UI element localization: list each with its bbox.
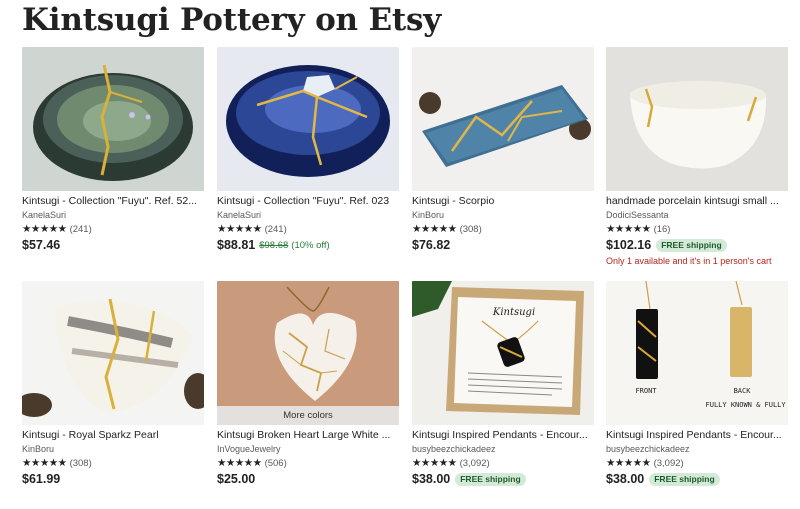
more-colors-overlay[interactable]: More colors bbox=[217, 406, 399, 425]
star-rating-icon: ★★★★★ bbox=[412, 223, 457, 235]
rating: ★★★★★ (308) bbox=[412, 223, 594, 236]
listing-image[interactable] bbox=[22, 281, 204, 425]
scarcity-notice: Only 1 available and it's in 1 person's … bbox=[606, 256, 772, 266]
listing-card[interactable]: Kintsugi - Collection "Fuyu". Ref. 52...… bbox=[22, 47, 204, 253]
listing-card[interactable]: Kintsugi - Royal Sparkz Pearl KinBoru ★★… bbox=[22, 281, 204, 487]
listing-title[interactable]: Kintsugi Inspired Pendants - Encour... bbox=[606, 429, 788, 442]
free-shipping-badge: FREE shipping bbox=[649, 473, 720, 486]
listing-image[interactable]: More colors bbox=[217, 281, 399, 425]
star-rating-icon: ★★★★★ bbox=[22, 223, 67, 235]
price: $61.99 bbox=[22, 472, 61, 486]
price-row: $57.46 bbox=[22, 238, 204, 253]
star-rating-icon: ★★★★★ bbox=[22, 457, 67, 469]
star-rating-icon: ★★★★★ bbox=[412, 457, 457, 469]
shop-name[interactable]: KinBoru bbox=[412, 209, 594, 222]
star-rating-icon: ★★★★★ bbox=[217, 223, 262, 235]
shop-name[interactable]: KinBoru bbox=[22, 443, 204, 456]
star-rating-icon: ★★★★★ bbox=[606, 457, 651, 469]
price: $76.82 bbox=[412, 238, 451, 252]
listing-image[interactable] bbox=[217, 47, 399, 191]
review-count: (506) bbox=[264, 458, 287, 469]
listing-image[interactable] bbox=[412, 47, 594, 191]
shop-name[interactable]: DodiciSessanta bbox=[606, 209, 788, 222]
price: $38.00 bbox=[606, 472, 645, 486]
review-count: (3,092) bbox=[653, 458, 684, 469]
price: $38.00 bbox=[412, 472, 451, 486]
star-rating-icon: ★★★★★ bbox=[606, 223, 651, 235]
rating: ★★★★★ (308) bbox=[22, 457, 204, 470]
listing-title[interactable]: handmade porcelain kintsugi small ... bbox=[606, 195, 788, 208]
discount: (10% off) bbox=[291, 240, 330, 251]
star-rating-icon: ★★★★★ bbox=[217, 457, 262, 469]
price-row: $61.99 bbox=[22, 472, 204, 487]
price-row: $88.81 $98.68 (10% off) bbox=[217, 238, 399, 253]
price-row: $25.00 bbox=[217, 472, 399, 487]
listing-title[interactable]: Kintsugi Broken Heart Large White ... bbox=[217, 429, 399, 442]
pendant-back-label: BACK bbox=[734, 387, 752, 395]
listing-title[interactable]: Kintsugi - Royal Sparkz Pearl bbox=[22, 429, 204, 442]
review-count: (308) bbox=[459, 224, 482, 235]
price-row: $38.00 FREE shipping bbox=[606, 472, 788, 487]
listing-image[interactable] bbox=[22, 47, 204, 191]
price: $88.81 bbox=[217, 238, 256, 252]
pendant-card-title: Kintsugi bbox=[492, 307, 535, 318]
shop-name[interactable]: busybeezchickadeez bbox=[412, 443, 594, 456]
rating: ★★★★★ (506) bbox=[217, 457, 399, 470]
review-count: (16) bbox=[653, 224, 671, 235]
listing-image[interactable] bbox=[606, 47, 788, 191]
shop-name[interactable]: KanelaSuri bbox=[217, 209, 399, 222]
rating: ★★★★★ (241) bbox=[217, 223, 399, 236]
rating: ★★★★★ (16) bbox=[606, 223, 788, 236]
shop-name[interactable]: busybeezchickadeez bbox=[606, 443, 788, 456]
listing-card[interactable]: FRONT BACK FULLY KNOWN & FULLY LOV Kints… bbox=[606, 281, 788, 487]
rating: ★★★★★ (3,092) bbox=[606, 457, 788, 470]
review-count: (241) bbox=[69, 224, 92, 235]
listing-title[interactable]: Kintsugi - Scorpio bbox=[412, 195, 594, 208]
listing-card[interactable]: More colors Kintsugi Broken Heart Large … bbox=[217, 281, 399, 487]
free-shipping-badge: FREE shipping bbox=[455, 473, 526, 486]
free-shipping-badge: FREE shipping bbox=[656, 239, 727, 252]
page-title: Kintsugi Pottery on Etsy bbox=[22, 2, 442, 38]
review-count: (308) bbox=[69, 458, 92, 469]
rating: ★★★★★ (3,092) bbox=[412, 457, 594, 470]
listing-card[interactable]: Kintsugi - Scorpio KinBoru ★★★★★ (308) $… bbox=[412, 47, 594, 253]
price-row: $76.82 bbox=[412, 238, 594, 253]
listing-card[interactable]: Kintsugi Kintsugi Inspired Pendants - En… bbox=[412, 281, 594, 487]
listing-card[interactable]: handmade porcelain kintsugi small ... Do… bbox=[606, 47, 788, 266]
pendant-front-label: FRONT bbox=[635, 387, 657, 395]
listing-card[interactable]: Kintsugi - Collection "Fuyu". Ref. 023 K… bbox=[217, 47, 399, 253]
listing-title[interactable]: Kintsugi - Collection "Fuyu". Ref. 023 bbox=[217, 195, 399, 208]
review-count: (241) bbox=[264, 224, 287, 235]
shop-name[interactable]: KanelaSuri bbox=[22, 209, 204, 222]
price-row: $38.00 FREE shipping bbox=[412, 472, 594, 487]
shop-name[interactable]: InVogueJewelry bbox=[217, 443, 399, 456]
rating: ★★★★★ (241) bbox=[22, 223, 204, 236]
price: $57.46 bbox=[22, 238, 61, 252]
price: $102.16 bbox=[606, 238, 652, 252]
listing-image[interactable]: FRONT BACK FULLY KNOWN & FULLY LOV bbox=[606, 281, 788, 425]
review-count: (3,092) bbox=[459, 458, 490, 469]
price-row: $102.16 FREE shipping bbox=[606, 238, 788, 253]
pendant-engraving: FULLY KNOWN & FULLY LOV bbox=[706, 401, 788, 409]
listing-title[interactable]: Kintsugi - Collection "Fuyu". Ref. 52... bbox=[22, 195, 204, 208]
listing-title[interactable]: Kintsugi Inspired Pendants - Encour... bbox=[412, 429, 594, 442]
price: $25.00 bbox=[217, 472, 256, 486]
listing-image[interactable]: Kintsugi bbox=[412, 281, 594, 425]
original-price: $98.68 bbox=[259, 240, 289, 251]
